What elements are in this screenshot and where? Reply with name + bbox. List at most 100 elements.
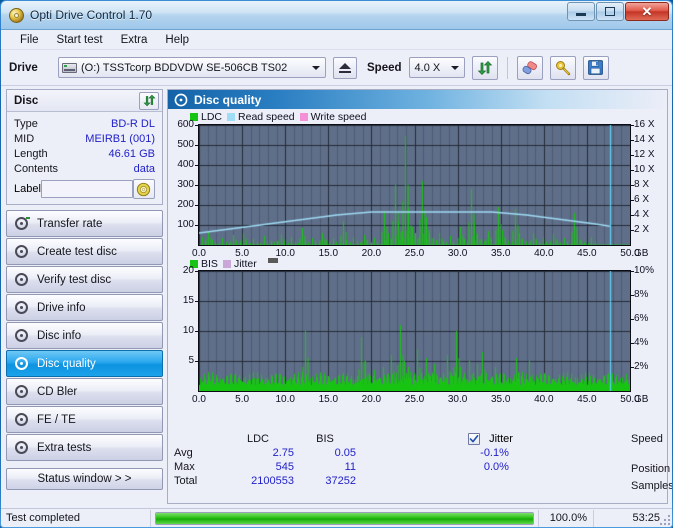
sidebar-item-drive-info[interactable]: Drive info [6,294,163,321]
stats-avg-jitter: -0.1% [464,446,513,460]
close-icon: ✕ [642,5,653,18]
jitter-checkbox[interactable] [468,433,480,445]
disc-row-key: Length [14,148,48,160]
x-axis-unit: GB [634,394,648,405]
x-tick-label: 40.0 [531,394,557,405]
speed-select[interactable]: 4.0 X [409,57,465,78]
disc-icon [15,413,29,427]
maximize-button[interactable] [596,2,624,21]
readout-samples-key: Samples [631,480,672,492]
readout-panel: Speed 2.21 X Position 47731 MB Samples [631,430,672,505]
menu-help[interactable]: Help [156,32,198,48]
menu-start-test[interactable]: Start test [48,32,112,48]
stats-row-avg: Avg 2.75 0.05 -0.1% [174,446,513,460]
disc-refresh-button[interactable] [139,92,159,110]
stats-table: LDC BIS Jitter [174,432,644,488]
y2-tick-label: 16 X [634,119,655,130]
chevron-down-icon [312,66,320,70]
status-window-label: Status window > > [38,473,132,485]
disc-icon [15,441,29,455]
legend-ldc: LDC [190,111,222,123]
disc-row-type: Type BD-R DL [14,116,155,131]
erase-icon [521,60,539,76]
sidebar-item-transfer-rate[interactable]: Transfer rate [6,210,163,237]
sidebar-item-verify-test-disc[interactable]: Verify test disc [6,266,163,293]
close-button[interactable]: ✕ [625,2,669,21]
readout-samples-row: Samples 762891 [631,477,672,494]
x-tick-label: 20.0 [358,248,384,259]
disc-icon [15,273,29,287]
menu-extra[interactable]: Extra [112,32,157,48]
body-split: Disc Type BD-R DL [1,86,672,507]
disc-label-input[interactable] [41,180,133,198]
sidebar-item-create-test-disc[interactable]: Create test disc [6,238,163,265]
x-axis-unit: GB [634,248,648,259]
save-button[interactable] [583,56,609,80]
eject-button[interactable] [333,57,357,79]
erase-button[interactable] [517,56,543,80]
minimize-button[interactable] [567,2,595,21]
y2-tick-label: 6% [634,313,648,324]
y2-tick-label: 4% [634,337,648,348]
menu-file[interactable]: File [11,32,48,48]
disc-panel: Disc Type BD-R DL [6,89,163,205]
y-tick-label: 400 [168,159,194,170]
y2-tick-label: 6 X [634,194,649,205]
sidebar-item-fe-te[interactable]: FE / TE [6,406,163,433]
y-tick-label: 10 [168,325,194,336]
y-tick-label: 5 [168,355,194,366]
readout-position-row: Position 47731 MB [631,460,672,477]
stats-row-key: Total [174,474,222,488]
drive-select[interactable]: (O:) TSSTcorp BDDVDW SE-506CB TS02 [58,57,326,78]
x-tick-label: 5.0 [229,394,255,405]
speed-label: Speed [367,62,402,74]
sidebar-item-label: Create test disc [37,246,117,258]
menu-bar: File Start test Extra Help [1,30,672,50]
disc-row-key: MID [14,133,34,145]
jitter-label: Jitter [489,433,513,445]
legend-label: Read speed [238,111,295,123]
sidebar-item-cd-bler[interactable]: CD Bler [6,378,163,405]
status-window-button[interactable]: Status window > > [6,468,163,490]
y-tick-label: 100 [168,219,194,230]
sidebar-item-disc-quality[interactable]: Disc quality [6,350,163,377]
refresh-button[interactable] [472,56,498,80]
stats-total-bis: 37252 [294,474,356,488]
disc-row-contents: Contents data [14,161,155,176]
speed-select-value: 4.0 X [413,62,441,74]
disc-label-button[interactable] [133,179,155,199]
progress-percent: 100.0% [538,510,594,527]
refresh-icon [477,60,493,76]
stats-row-max: Max 545 11 0.0% [174,460,513,474]
stats-avg-ldc: 2.75 [222,446,294,460]
window-controls: ✕ [567,2,669,21]
panel-title: Disc quality [194,93,261,107]
sidebar-item-disc-info[interactable]: Disc info [6,322,163,349]
chart2-plot-area [198,270,631,392]
legend-jitter: Jitter [223,258,257,270]
sidebar-item-label: FE / TE [37,414,76,426]
legend-label: LDC [201,111,222,123]
resize-grip[interactable] [658,513,670,525]
x-tick-label: 10.0 [272,394,298,405]
disc-quality-panel: Disc quality LDC Read speed [167,89,668,504]
x-tick-label: 30.0 [445,394,471,405]
chart-bis-jitter[interactable]: 2015105 10%8%6%4%2% 0.05.010.015.020.025… [168,269,667,401]
chart1-plot-area [198,124,631,246]
x-tick-label: 15.0 [315,248,341,259]
disc-row-mid: MID MEIRB1 (001) [14,131,155,146]
readout-speed-row: Speed 2.21 X [631,430,672,447]
sidebar-item-label: Disc quality [37,358,96,370]
sidebar-item-extra-tests[interactable]: Extra tests [6,434,163,461]
x-tick-label: 45.0 [574,248,600,259]
x-tick-label: 30.0 [445,248,471,259]
drive-toolbar: Drive (O:) TSSTcorp BDDVDW SE-506CB TS02… [1,50,672,86]
chart-ldc-readspeed[interactable]: 600500400300200100 16 X14 X12 X10 X8 X6 … [168,123,667,255]
legend-write-speed: Write speed [300,111,367,123]
tools-button[interactable] [550,56,576,80]
drive-label: Drive [9,62,51,74]
legend-swatch-write-speed [300,113,308,121]
x-tick-label: 25.0 [402,394,428,405]
y-tick-label: 300 [168,179,194,190]
disc-row-value: BD-R DL [111,118,155,130]
